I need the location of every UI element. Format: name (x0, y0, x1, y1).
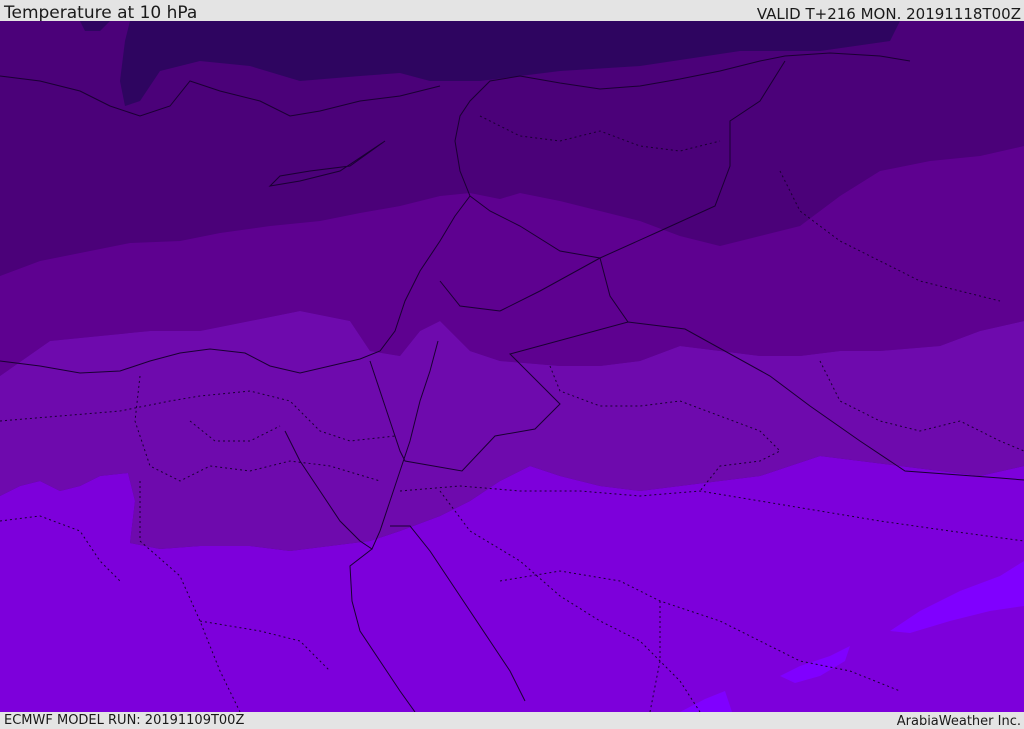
map-canvas (0, 21, 1024, 712)
credit-label: ArabiaWeather Inc. (896, 714, 1021, 729)
map-title: Temperature at 10 hPa (4, 3, 198, 23)
model-run-label: ECMWF MODEL RUN: 20191109T00Z (4, 713, 245, 728)
footer-bar: ECMWF MODEL RUN: 20191109T00Z ArabiaWeat… (0, 712, 1024, 729)
header-bar: Temperature at 10 hPa VALID T+216 MON. 2… (0, 0, 1024, 23)
temperature-map[interactable] (0, 21, 1024, 712)
